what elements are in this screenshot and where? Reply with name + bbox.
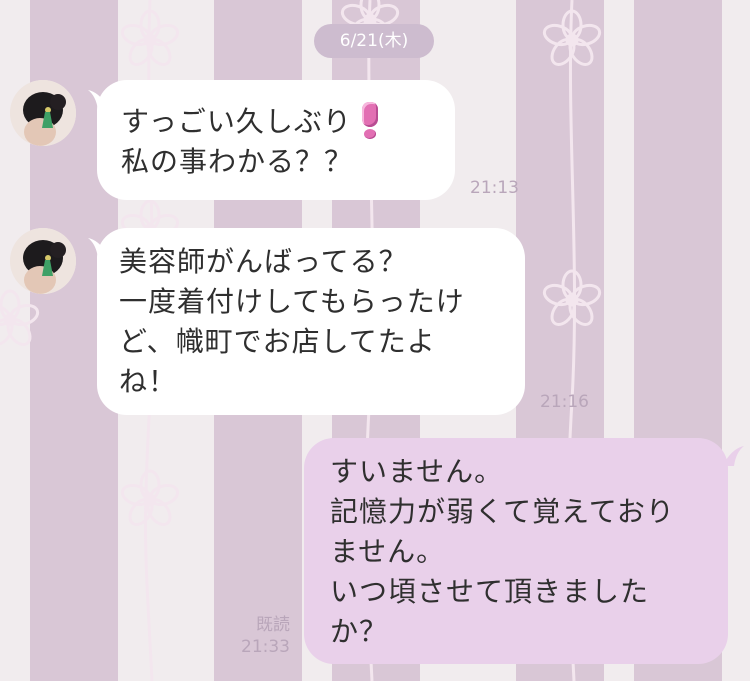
- message-text: ません。: [330, 535, 446, 568]
- message-timestamp: 21:33: [241, 637, 290, 657]
- bubble-tail: [726, 446, 744, 466]
- message-text: 一度着付けしてもらったけ: [119, 285, 465, 318]
- message-text: か？: [330, 615, 389, 648]
- read-label: 既読: [256, 615, 290, 635]
- message-text: すっごい久しぶり: [121, 105, 352, 138]
- message-text: 私の事わかる？？: [121, 145, 354, 178]
- pink-exclamation-icon: [360, 102, 380, 139]
- date-separator: 6/21(木): [314, 24, 434, 58]
- read-receipt: 既読 21:33: [232, 614, 290, 658]
- message-text: ど、幟町でお店してたよ: [119, 325, 436, 358]
- message-text: 美容師がんばってる？: [119, 245, 408, 278]
- message-timestamp: 21:16: [540, 392, 589, 412]
- message-text: ね！: [119, 365, 178, 398]
- sender-avatar[interactable]: [10, 80, 76, 146]
- message-bubble-outgoing[interactable]: すいません。 記憶力が弱くて覚えており ません。 いつ頃させて頂きました か？: [304, 438, 728, 664]
- message-bubble-incoming[interactable]: 美容師がんばってる？ 一度着付けしてもらったけ ど、幟町でお店してたよ ね！: [97, 228, 525, 415]
- message-text: いつ頃させて頂きました: [330, 575, 650, 608]
- message-timestamp: 21:13: [470, 178, 519, 198]
- message-bubble-incoming[interactable]: すっごい久しぶり 私の事わかる？？: [97, 80, 455, 200]
- message-text: すいません。: [330, 455, 504, 488]
- sender-avatar[interactable]: [10, 228, 76, 294]
- profile-avatar-icon: [10, 228, 76, 294]
- message-text: 記憶力が弱くて覚えており: [330, 495, 675, 528]
- profile-avatar-icon: [10, 80, 76, 146]
